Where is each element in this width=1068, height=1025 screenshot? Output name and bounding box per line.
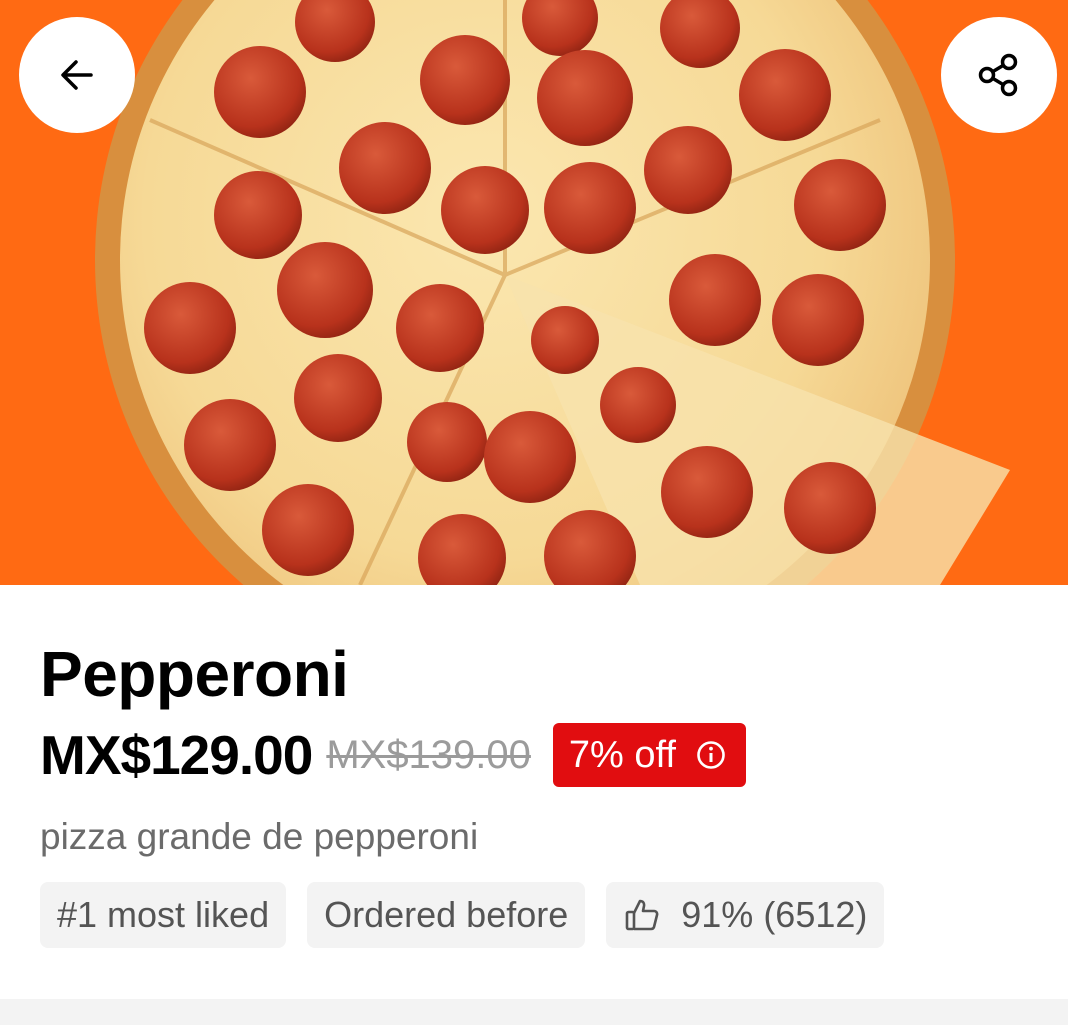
thumbs-up-icon [623,896,661,934]
original-price: MX$139.00 [326,732,531,777]
current-price: MX$129.00 [40,724,313,786]
pepperoni-slice [294,354,382,442]
pepperoni-slice [600,367,676,443]
arrow-left-icon [61,60,93,90]
pepperoni-slice [214,46,306,138]
pepperoni-slice [784,462,876,554]
pepperoni-slice [544,162,636,254]
pepperoni-slice [407,402,487,482]
pepperoni-slice [669,254,761,346]
pepperoni-slice [441,166,529,254]
pepperoni-slice [214,171,302,259]
item-title: Pepperoni [40,638,349,710]
section-divider [0,999,1068,1025]
pepperoni-slice [262,484,354,576]
pepperoni-slice [537,50,633,146]
info-icon [696,740,726,770]
tag-ordered-before: Ordered before [307,882,586,948]
item-detail-page: Pepperoni MX$129.00 MX$139.00 7% off piz… [0,0,1068,1025]
pepperoni-slice [184,399,276,491]
pepperoni-slice [772,274,864,366]
pepperoni-slice [484,411,576,503]
pepperoni-slice [396,284,484,372]
pepperoni-slice [739,49,831,141]
pepperoni-slice [339,122,431,214]
pepperoni-slice [644,126,732,214]
pepperoni-slice [661,446,753,538]
pepperoni-slice [420,35,510,125]
tag-rating: 91% (6512) [606,882,885,948]
discount-label: 7% off [568,733,676,776]
pepperoni-slice [144,282,236,374]
tag-label: 91% (6512) [681,894,868,935]
hero-image [0,0,1068,585]
tag-label: #1 most liked [57,894,270,935]
tag-most-liked: #1 most liked [40,882,287,948]
discount-badge[interactable]: 7% off [552,723,746,787]
pepperoni-slice [531,306,599,374]
back-button[interactable] [19,17,135,133]
pepperoni-pizza-image [0,0,1068,585]
price-row: MX$129.00 MX$139.00 7% off [40,722,746,788]
item-tags: #1 most liked Ordered before 91% (6512) [40,882,885,948]
share-icon [978,53,1018,97]
share-button[interactable] [941,17,1057,133]
item-description: pizza grande de pepperoni [40,816,479,857]
tag-label: Ordered before [324,894,569,935]
pepperoni-slice [277,242,373,338]
pepperoni-slice [794,159,886,251]
